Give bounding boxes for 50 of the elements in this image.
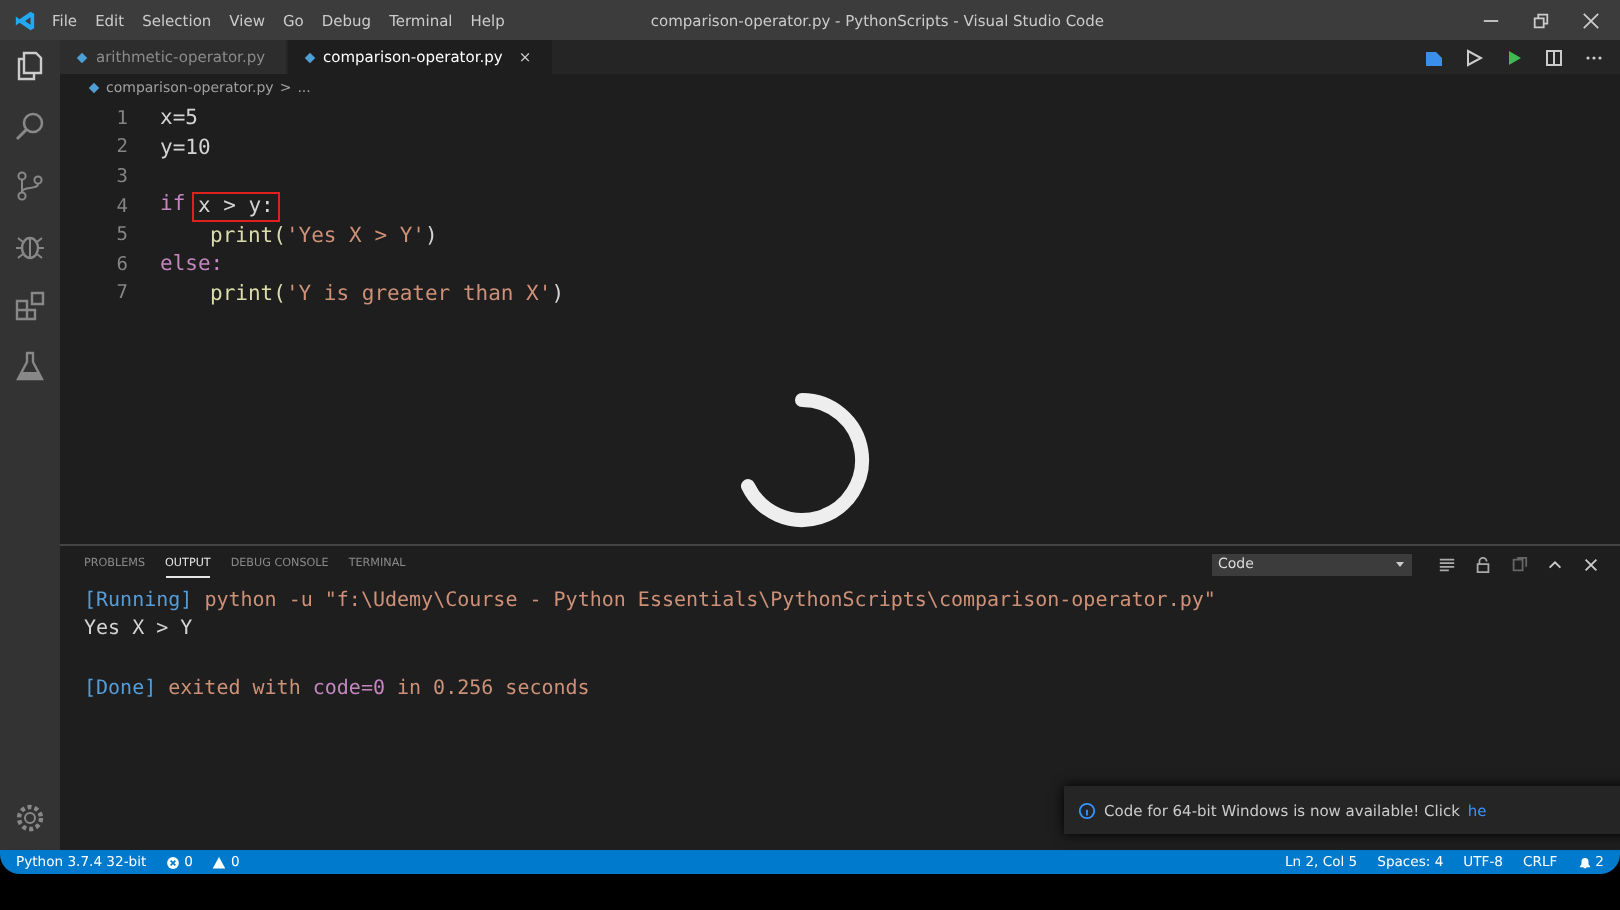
file-icon — [88, 82, 100, 94]
info-icon — [1078, 801, 1096, 819]
code-token: ) — [424, 223, 438, 248]
restore-icon[interactable] — [1532, 11, 1550, 29]
line-number: 2 — [114, 136, 130, 159]
line-number: 5 — [114, 224, 130, 247]
code-token: print( — [210, 223, 286, 248]
code-token: 'Yes X > Y' — [285, 223, 425, 248]
output-text: in 0.256 seconds — [396, 677, 590, 700]
code-token: y=10 — [160, 135, 211, 160]
warning-icon — [212, 855, 227, 869]
list-icon[interactable] — [1438, 555, 1456, 573]
line-number: 4 — [114, 195, 130, 218]
app-logo-icon — [14, 9, 36, 31]
search-icon[interactable] — [14, 110, 46, 142]
file-icon — [76, 51, 88, 63]
file-icon — [303, 51, 316, 63]
error-icon — [166, 855, 181, 869]
code-token: if — [160, 191, 186, 220]
code-token: print( — [210, 281, 286, 306]
close-panel-icon[interactable] — [1582, 555, 1600, 573]
line-number: 3 — [114, 165, 130, 188]
bell-icon — [1577, 855, 1592, 869]
output-text: [Done] — [84, 677, 157, 700]
flask-icon[interactable] — [14, 350, 46, 382]
files-icon[interactable] — [14, 50, 46, 82]
lock-icon[interactable] — [1474, 555, 1492, 573]
line-number: 1 — [114, 107, 130, 130]
close-icon[interactable] — [1582, 11, 1600, 29]
python-icon[interactable] — [1424, 47, 1444, 67]
line-number: 7 — [114, 282, 130, 305]
output-text: python -u "f:\Udemy\Course - Python Essentials\PythonScripts\comparison-operator.py" — [204, 589, 1216, 612]
caret-icon — [1394, 558, 1406, 570]
output-text: code=0 — [312, 677, 385, 700]
split-editor-icon[interactable] — [1544, 47, 1564, 67]
play-outline-icon[interactable] — [1464, 47, 1484, 67]
extensions-icon[interactable] — [14, 290, 46, 322]
highlight-box: x > y: — [191, 191, 280, 222]
output-text: exited with — [168, 677, 301, 700]
code-token: x=5 — [160, 106, 198, 131]
line-number: 6 — [114, 253, 130, 276]
run-icon[interactable] — [1504, 47, 1524, 67]
code-token: ) — [551, 281, 565, 306]
code-token: 'Y is greater than X' — [285, 281, 552, 306]
settings-icon[interactable] — [14, 802, 46, 834]
output-text: [Running] — [84, 589, 193, 612]
branch-icon[interactable] — [14, 170, 46, 202]
code-token: else: — [160, 252, 224, 277]
output-text: Yes X > Y — [84, 618, 193, 641]
clear-icon[interactable] — [1510, 555, 1528, 573]
